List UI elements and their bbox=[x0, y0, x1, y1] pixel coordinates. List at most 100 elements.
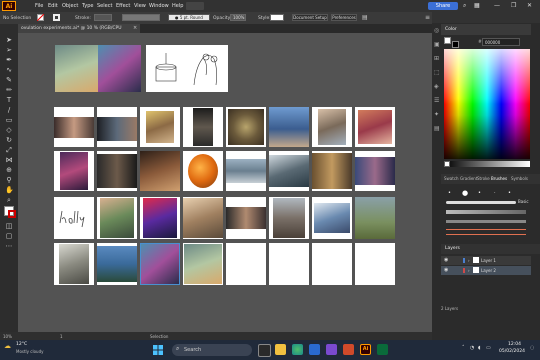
artboard-sketches[interactable] bbox=[146, 45, 228, 92]
appearance-icon[interactable]: ☰ bbox=[434, 97, 439, 104]
artboard-r3c6[interactable] bbox=[269, 197, 309, 239]
artboard-r3c1[interactable] bbox=[54, 197, 94, 239]
task-view-icon[interactable] bbox=[258, 344, 271, 357]
charcoal-brush-stroke[interactable] bbox=[446, 210, 526, 214]
pen-tool-icon[interactable]: ✒ bbox=[5, 56, 13, 64]
zoom-tool-icon[interactable]: ⌕ bbox=[5, 196, 13, 204]
layer-row[interactable]: ◉ › Layer 2 bbox=[441, 266, 531, 275]
clock-date[interactable]: 05/02/2024 bbox=[499, 349, 525, 354]
weather-desc[interactable]: Mostly cloudy bbox=[16, 349, 44, 354]
brush-dot-medium-icon[interactable]: • bbox=[478, 190, 481, 196]
artboard-r3c3[interactable] bbox=[140, 197, 180, 239]
visibility-eye-icon[interactable]: ◉ bbox=[444, 256, 448, 265]
width-tool-icon[interactable]: ⋈ bbox=[5, 156, 13, 164]
libraries-icon[interactable]: ▣ bbox=[434, 41, 440, 48]
workspace-switcher[interactable] bbox=[186, 2, 204, 10]
menu-object[interactable]: Object bbox=[62, 3, 78, 9]
zoom-level[interactable]: 10% bbox=[3, 334, 12, 339]
store-icon[interactable] bbox=[309, 344, 320, 355]
layer-name[interactable]: Layer 1 bbox=[481, 256, 496, 265]
rectangle-tool-icon[interactable]: ▭ bbox=[5, 116, 13, 124]
tab-brushes[interactable]: Brushes bbox=[491, 176, 507, 181]
hex-color-input[interactable]: 000000 bbox=[482, 38, 520, 46]
notifications-icon[interactable]: ◌ bbox=[530, 345, 534, 351]
curvature-tool-icon[interactable]: ∿ bbox=[5, 66, 13, 74]
brush-dot-icon[interactable]: • bbox=[508, 190, 511, 196]
artboard-r2c8[interactable] bbox=[355, 151, 395, 191]
stroke-swatch[interactable] bbox=[53, 14, 60, 21]
tab-swatches[interactable]: Swatch bbox=[444, 176, 459, 181]
artboard-r1c2[interactable] bbox=[97, 107, 137, 147]
shape-builder-tool-icon[interactable]: ⊕ bbox=[5, 166, 13, 174]
brush-dot-large-icon[interactable]: ● bbox=[462, 189, 468, 197]
artboard-r3c7[interactable] bbox=[312, 197, 352, 239]
artboard-r2c4[interactable] bbox=[183, 151, 223, 191]
battery-icon[interactable]: ▭ bbox=[486, 345, 491, 351]
type-tool-icon[interactable]: T bbox=[5, 96, 13, 104]
search-icon[interactable]: ⌕ bbox=[463, 2, 471, 10]
tray-chevron-icon[interactable]: ˄ bbox=[462, 345, 465, 351]
pathfinder-icon[interactable]: ◈ bbox=[434, 83, 439, 90]
current-tool[interactable]: Selection bbox=[150, 334, 168, 339]
menu-type[interactable]: Type bbox=[82, 3, 93, 9]
tab-symbols[interactable]: Symbols bbox=[511, 176, 528, 181]
brush-dot-tiny-icon[interactable]: · bbox=[494, 190, 496, 196]
brush-definition-dropdown[interactable]: ● 5 pt. Round bbox=[168, 14, 210, 21]
artboard-r1c4[interactable] bbox=[183, 107, 223, 147]
artboard-r4c2[interactable] bbox=[97, 243, 137, 285]
align-icon[interactable]: ⊞ bbox=[434, 55, 439, 62]
artboard-r3c8[interactable] bbox=[355, 197, 395, 239]
artboard-r2c7[interactable] bbox=[312, 151, 352, 191]
document-setup-button[interactable]: Document Setup bbox=[292, 14, 328, 21]
style-swatch[interactable] bbox=[270, 14, 284, 21]
artboard-r1c1[interactable] bbox=[54, 107, 94, 147]
artboard-r2c1[interactable] bbox=[54, 151, 94, 191]
fill-swatch[interactable] bbox=[37, 14, 44, 21]
panel-menu-icon[interactable]: ≡ bbox=[425, 14, 431, 21]
brush-tool-icon[interactable]: ✎ bbox=[5, 76, 13, 84]
eraser-tool-icon[interactable]: ◇ bbox=[5, 126, 13, 134]
app-icon[interactable] bbox=[377, 344, 388, 355]
rotate-tool-icon[interactable]: ↻ bbox=[5, 136, 13, 144]
artboard-r1c5[interactable] bbox=[226, 107, 266, 147]
menu-help[interactable]: Help bbox=[172, 3, 183, 9]
office-icon[interactable] bbox=[343, 344, 354, 355]
share-button[interactable]: Share bbox=[428, 2, 458, 10]
artboard-r3c4[interactable] bbox=[183, 197, 223, 239]
none-swatch[interactable] bbox=[444, 161, 450, 167]
layers-panel-title[interactable]: Layers bbox=[445, 246, 460, 251]
taskbar-search[interactable]: Search bbox=[172, 344, 252, 356]
stroke-weight-field[interactable] bbox=[94, 14, 112, 21]
artboard-r1c7[interactable] bbox=[312, 107, 352, 147]
preferences-button[interactable]: Preferences bbox=[331, 14, 357, 21]
artboard-r2c2[interactable] bbox=[97, 151, 137, 191]
maximize-icon[interactable]: ❐ bbox=[511, 2, 516, 9]
transform-icon[interactable]: ⬚ bbox=[434, 69, 440, 76]
artboard-r1c3[interactable] bbox=[140, 107, 180, 147]
tab-stroke[interactable]: Stroke bbox=[477, 176, 490, 181]
artboard-r1c8[interactable] bbox=[355, 107, 395, 147]
weather-temp[interactable]: 12°C bbox=[16, 342, 27, 347]
menu-edit[interactable]: Edit bbox=[48, 3, 58, 9]
artboard-number[interactable]: 1 bbox=[60, 334, 63, 339]
graphic-styles-icon[interactable]: ✦ bbox=[434, 111, 439, 118]
layer-row[interactable]: ◉ › Layer 1 bbox=[441, 256, 531, 265]
artboard-r4c7[interactable] bbox=[312, 243, 352, 285]
draw-mode-icon[interactable]: ◫ bbox=[5, 222, 13, 230]
arrow-brush-stroke[interactable] bbox=[446, 229, 526, 235]
expand-chevron-icon[interactable]: › bbox=[468, 256, 470, 265]
edge-icon[interactable] bbox=[292, 344, 303, 355]
pencil-tool-icon[interactable]: ✏ bbox=[5, 86, 13, 94]
clock-time[interactable]: 12:04 bbox=[508, 342, 521, 347]
menu-window[interactable]: Window bbox=[149, 3, 169, 9]
menu-effect[interactable]: Effect bbox=[116, 3, 130, 9]
artboard-r3c2[interactable] bbox=[97, 197, 137, 239]
artboard-r4c5[interactable] bbox=[226, 243, 266, 285]
screen-mode-icon[interactable]: ▢ bbox=[5, 232, 13, 240]
close-tab-icon[interactable]: × bbox=[133, 25, 137, 31]
color-stroke-swatch[interactable] bbox=[452, 41, 459, 48]
eyedropper-tool-icon[interactable]: ⚲ bbox=[5, 176, 13, 184]
edit-toolbar-icon[interactable]: ⋯ bbox=[5, 242, 13, 250]
artboards-icon[interactable]: ▤ bbox=[434, 125, 440, 132]
menu-view[interactable]: View bbox=[134, 3, 146, 9]
